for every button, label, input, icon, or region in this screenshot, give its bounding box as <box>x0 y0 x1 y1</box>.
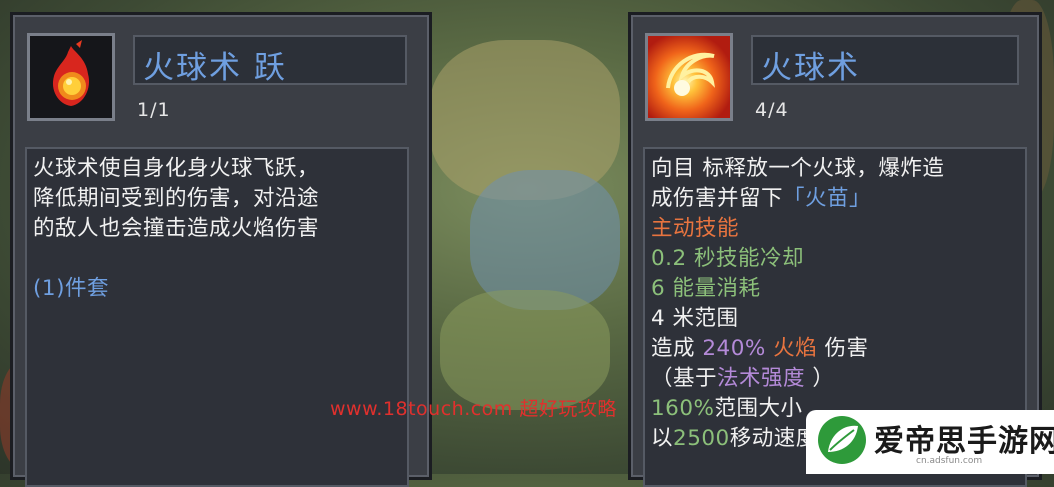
description-segment: 成伤害并留下 <box>651 186 784 211</box>
description-line: 降低期间受到的伤害，对沿途 <box>33 184 401 214</box>
map-background-tile <box>440 290 610 410</box>
map-background-water <box>470 170 620 310</box>
skill-icon-frame[interactable] <box>645 33 733 121</box>
description-segment: (1)件套 <box>33 276 109 301</box>
description-line: 6 能量消耗 <box>651 274 1019 304</box>
description-segment: ） <box>805 366 835 391</box>
logo-name: 爱帝思手游网 <box>874 424 1054 459</box>
description-line <box>33 244 401 274</box>
description-segment: 造成 <box>651 336 703 361</box>
skill-level: 4/4 <box>755 99 789 121</box>
description-line: 0.2 秒技能冷却 <box>651 244 1019 274</box>
description-segment: 0.2 秒技能冷却 <box>651 246 805 271</box>
description-line: 的敌人也会撞击造成火焰伤害 <box>33 214 401 244</box>
description-line: 向目 标释放一个火球，爆炸造 <box>651 154 1019 184</box>
description-segment: 「火苗」 <box>783 186 872 211</box>
description-segment: 法术强度 <box>717 366 806 391</box>
description-segment: 的敌人也会撞击造成火焰伤害 <box>33 216 320 241</box>
description-segment: 4 米范围 <box>651 306 739 331</box>
skill-title-box: 火球术 跃 <box>133 35 407 86</box>
description-segment: 6 能量消耗 <box>651 276 761 301</box>
logo-url: cn.adsfun.com <box>916 456 983 466</box>
description-line: （基于法术强度 ） <box>651 364 1019 394</box>
watermark-text: www.18touch.com 超好玩攻略 <box>330 398 617 420</box>
skill-level: 1/1 <box>137 99 171 121</box>
fireball-swirl-icon <box>648 36 730 118</box>
description-line: 造成 240% 火焰 伤害 <box>651 334 1019 364</box>
description-segment: 伤害 <box>817 336 869 361</box>
description-segment: （基于 <box>651 366 718 391</box>
description-segment: 范围大小 <box>714 396 803 421</box>
description-segment: 2500 <box>673 426 730 451</box>
description-segment: 降低期间受到的伤害，对沿途 <box>33 186 320 211</box>
description-segment: 向目 标释放一个火球，爆炸造 <box>651 156 945 181</box>
description-segment: 火球术使自身化身火球飞跃， <box>33 156 320 181</box>
description-line: 主动技能 <box>651 214 1019 244</box>
leaf-logo-icon <box>818 416 866 464</box>
description-segment: 主动技能 <box>651 216 740 241</box>
skill-description: 火球术使自身化身火球飞跃， 降低期间受到的伤害，对沿途 的敌人也会撞击造成火焰伤害 … <box>25 147 409 487</box>
description-segment: 以 <box>651 426 674 451</box>
skill-icon-frame[interactable] <box>27 33 115 121</box>
skill-title-box: 火球术 <box>751 35 1019 86</box>
description-segment: 火焰 <box>765 336 818 361</box>
description-line: 火球术使自身化身火球飞跃， <box>33 154 401 184</box>
skill-title: 火球术 跃 <box>143 50 287 86</box>
fireball-drop-icon <box>30 36 112 118</box>
site-logo[interactable]: 爱帝思手游网 cn.adsfun.com <box>806 410 1054 474</box>
description-segment: 160% <box>651 396 715 421</box>
skill-title: 火球术 <box>761 50 860 86</box>
description-segment: 240% <box>702 336 766 361</box>
description-line: 4 米范围 <box>651 304 1019 334</box>
description-line: 成伤害并留下「火苗」 <box>651 184 1019 214</box>
description-line: (1)件套 <box>33 274 401 304</box>
